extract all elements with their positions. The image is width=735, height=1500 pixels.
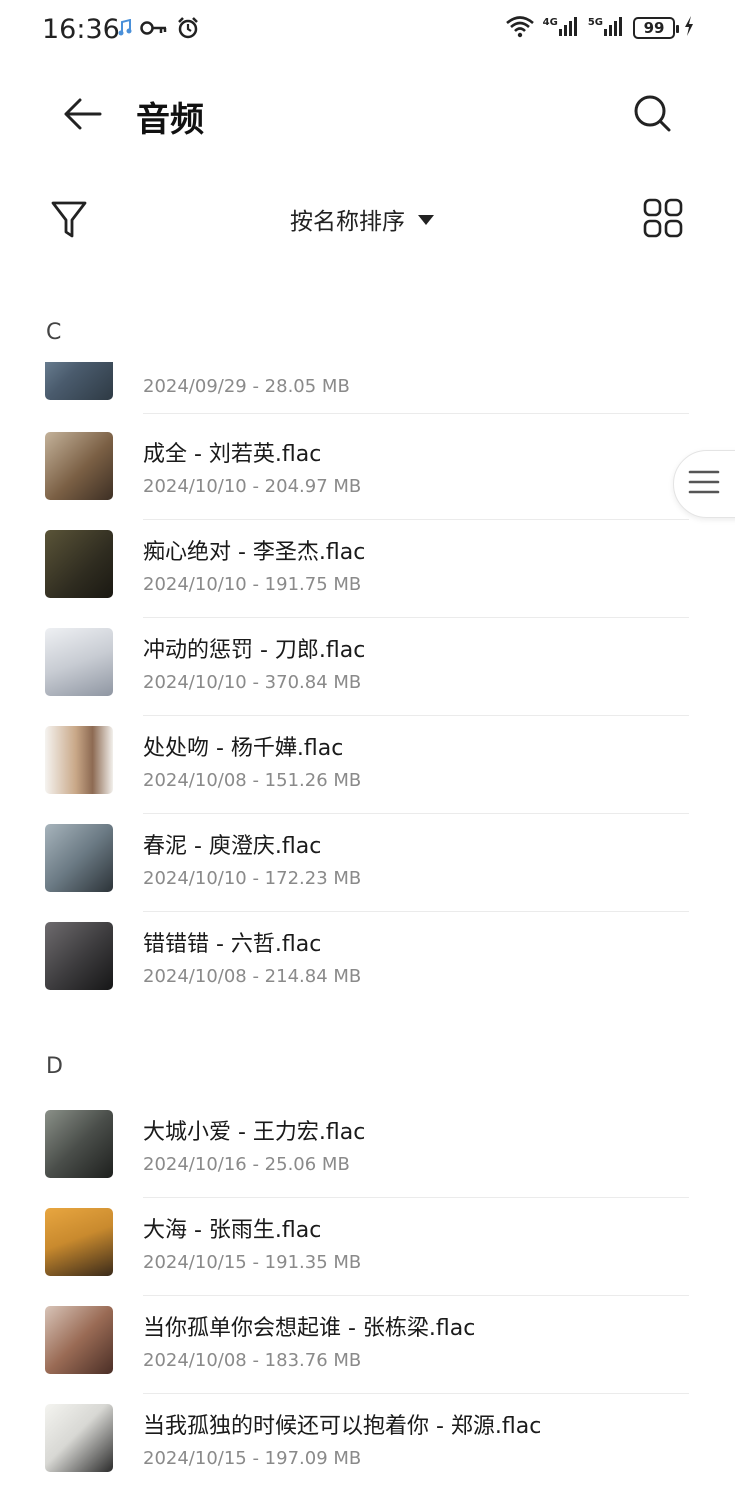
triangle-down-icon	[417, 206, 435, 232]
item-meta: 2024/10/15 - 191.35 MB	[143, 1252, 362, 1273]
list-item[interactable]: 2024/09/29 - 28.05 MB	[0, 362, 735, 414]
page-title: 音频	[136, 100, 204, 140]
item-title: 大城小爱 - 王力宏.flac	[143, 1120, 366, 1145]
list-item[interactable]: 错错错 - 六哲.flac 2024/10/08 - 214.84 MB	[0, 912, 735, 1010]
item-meta: 2024/10/08 - 151.26 MB	[143, 770, 362, 791]
grid-icon	[643, 198, 683, 242]
floating-menu-handle[interactable]	[673, 450, 735, 518]
list-item[interactable]: 当你孤单你会想起谁 - 张栋梁.flac 2024/10/08 - 183.76…	[0, 1296, 735, 1394]
status-right: 4G 5G 99	[505, 14, 695, 42]
list-item[interactable]: 当我孤独的时候还可以抱着你 - 郑源.flac 2024/10/15 - 197…	[0, 1394, 735, 1492]
charging-icon	[683, 15, 695, 41]
list-item[interactable]: 痴心绝对 - 李圣杰.flac 2024/10/10 - 191.75 MB	[0, 520, 735, 618]
sort-bar: 按名称排序	[0, 180, 735, 264]
item-title: 成全 - 刘若英.flac	[143, 442, 322, 467]
status-time: 16:36	[42, 14, 120, 45]
album-thumbnail	[45, 824, 113, 892]
network-label-1: 4G	[542, 16, 558, 28]
list-item[interactable]: 处处吻 - 杨千嬅.flac 2024/10/08 - 151.26 MB	[0, 716, 735, 814]
item-title: 处处吻 - 杨千嬅.flac	[143, 736, 344, 761]
item-title: 大海 - 张雨生.flac	[143, 1218, 322, 1243]
album-thumbnail	[45, 1306, 113, 1374]
item-title: 痴心绝对 - 李圣杰.flac	[143, 540, 366, 565]
list-item[interactable]: 成全 - 刘若英.flac 2024/10/10 - 204.97 MB	[0, 422, 735, 520]
grid-view-button[interactable]	[643, 198, 689, 244]
item-meta: 2024/10/08 - 183.76 MB	[143, 1350, 362, 1371]
battery-indicator: 99	[633, 17, 679, 39]
item-meta: 2024/10/10 - 191.75 MB	[143, 574, 362, 595]
album-thumbnail	[45, 726, 113, 794]
list-item[interactable]: 大海 - 张雨生.flac 2024/10/15 - 191.35 MB	[0, 1198, 735, 1296]
search-button[interactable]	[627, 90, 679, 142]
divider	[143, 413, 689, 414]
album-thumbnail	[45, 362, 113, 400]
item-title: 当你孤单你会想起谁 - 张栋梁.flac	[143, 1316, 476, 1341]
sort-dropdown[interactable]: 按名称排序	[290, 202, 435, 236]
album-thumbnail	[45, 1404, 113, 1472]
album-thumbnail	[45, 1110, 113, 1178]
album-thumbnail	[45, 530, 113, 598]
item-title: 当我孤独的时候还可以抱着你 - 郑源.flac	[143, 1414, 542, 1439]
item-meta: 2024/10/10 - 204.97 MB	[143, 476, 362, 497]
wifi-icon	[505, 14, 535, 42]
filter-icon	[50, 199, 88, 243]
network-label-2: 5G	[587, 16, 603, 28]
section-header-d: D	[46, 1054, 63, 1079]
item-title: 冲动的惩罚 - 刀郎.flac	[143, 638, 366, 663]
title-bar: 音频	[0, 62, 735, 170]
album-thumbnail	[45, 922, 113, 990]
back-button[interactable]	[56, 92, 108, 140]
list-item[interactable]: 冲动的惩罚 - 刀郎.flac 2024/10/10 - 370.84 MB	[0, 618, 735, 716]
album-thumbnail	[45, 1208, 113, 1276]
status-left-icons	[118, 16, 200, 44]
item-meta: 2024/10/08 - 214.84 MB	[143, 966, 362, 987]
list-item[interactable]: 大城小爱 - 王力宏.flac 2024/10/16 - 25.06 MB	[0, 1100, 735, 1198]
item-meta: 2024/10/10 - 172.23 MB	[143, 868, 362, 889]
signal-icon-1	[558, 15, 580, 41]
filter-button[interactable]	[44, 196, 94, 246]
list-item[interactable]: 春泥 - 庾澄庆.flac 2024/10/10 - 172.23 MB	[0, 814, 735, 912]
sort-label: 按名称排序	[290, 209, 405, 235]
item-meta: 2024/10/16 - 25.06 MB	[143, 1154, 350, 1175]
signal-icon-2	[603, 15, 625, 41]
music-note-icon	[118, 18, 132, 41]
key-icon	[140, 19, 168, 41]
item-meta: 2024/10/10 - 370.84 MB	[143, 672, 362, 693]
arrow-left-icon	[62, 97, 102, 135]
album-thumbnail	[45, 432, 113, 500]
alarm-icon	[176, 16, 200, 44]
menu-lines-icon	[688, 469, 720, 499]
screen: 16:36 4G 5G 99 音频 按名称排序 C 2024/09/29 - 2…	[0, 0, 735, 1500]
item-title: 春泥 - 庾澄庆.flac	[143, 834, 322, 859]
album-thumbnail	[45, 628, 113, 696]
item-title: 错错错 - 六哲.flac	[143, 932, 322, 957]
item-meta: 2024/10/15 - 197.09 MB	[143, 1448, 362, 1469]
item-meta: 2024/09/29 - 28.05 MB	[143, 376, 350, 397]
search-icon	[633, 94, 673, 138]
status-bar: 16:36 4G 5G 99	[0, 0, 735, 62]
section-header-c: C	[46, 320, 62, 345]
